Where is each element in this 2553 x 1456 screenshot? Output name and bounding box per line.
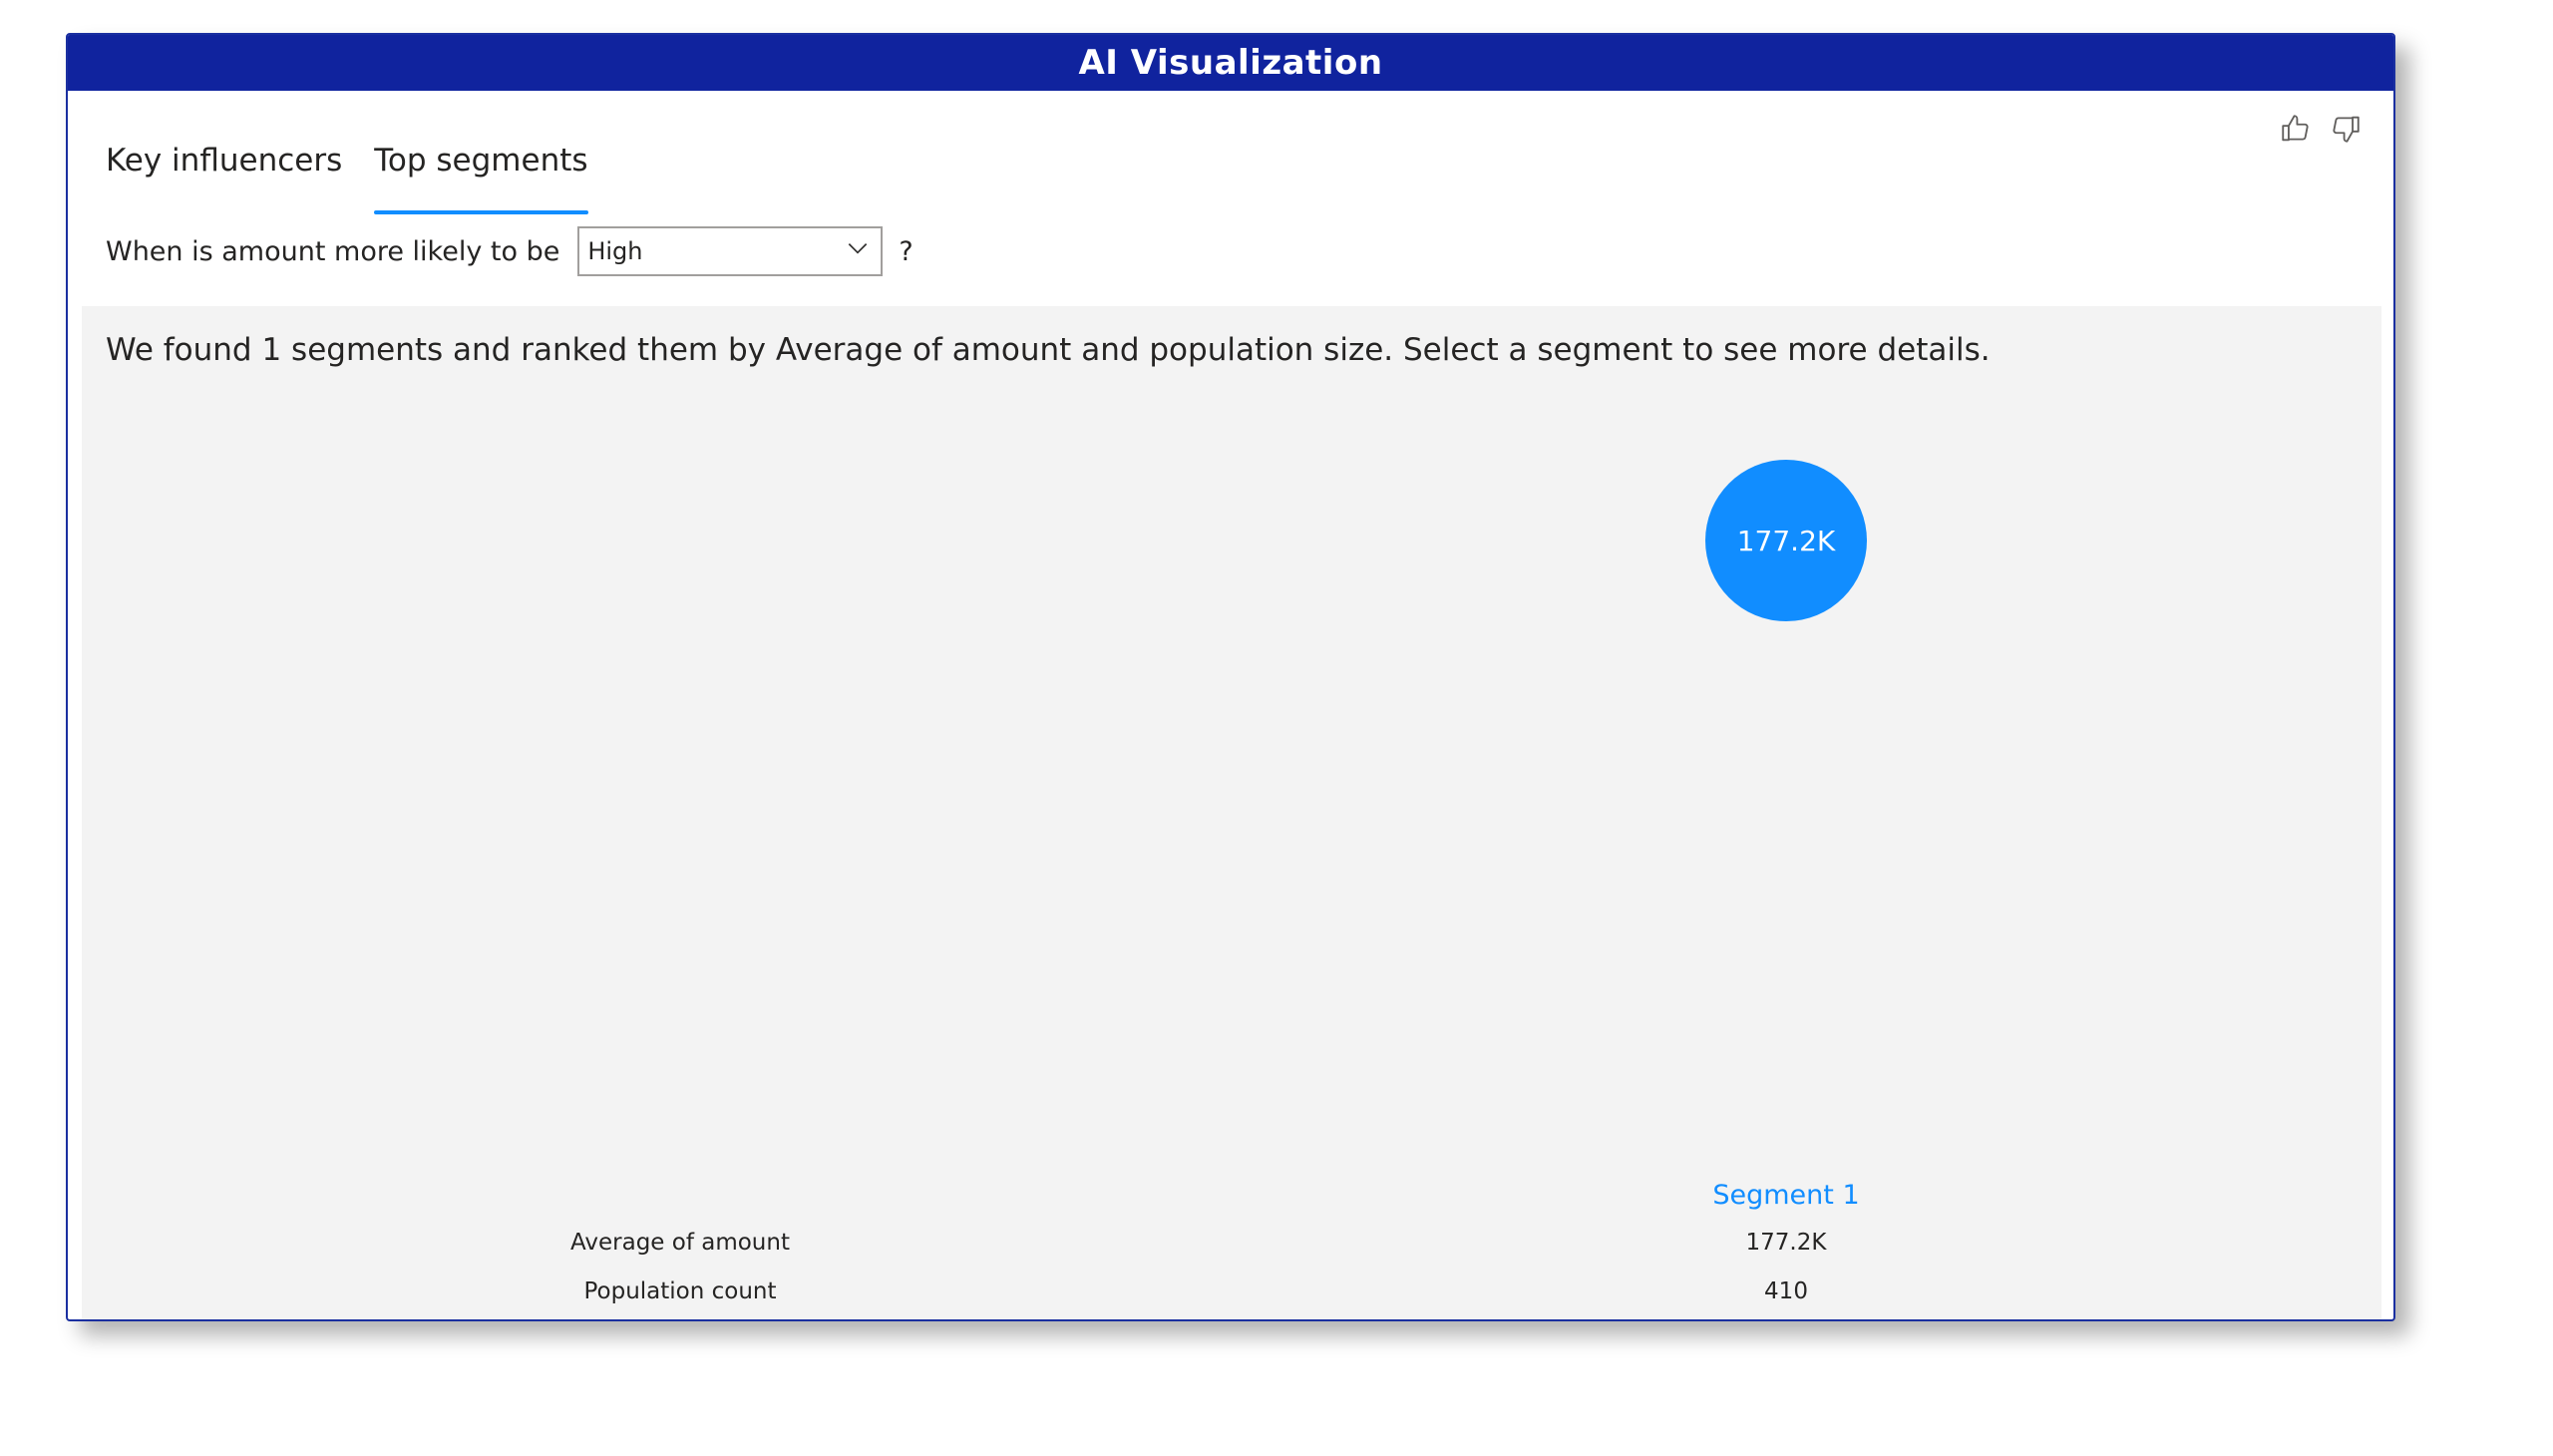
segment-1-average-value: 177.2K (1745, 1230, 1827, 1256)
tab-key-influencers[interactable]: Key influencers (106, 111, 342, 194)
thumbs-down-icon[interactable] (2328, 111, 2364, 147)
segments-summary: We found 1 segments and ranked them by A… (106, 332, 1991, 368)
question-prefix: When is amount more likely to be (106, 235, 560, 267)
segments-panel: We found 1 segments and ranked them by A… (82, 306, 2381, 1319)
segment-1-header[interactable]: Segment 1 (1666, 1180, 1906, 1211)
ai-visualization-window: AI Visualization Key influencers Top seg… (66, 33, 2395, 1321)
target-value-dropdown[interactable]: High (577, 226, 884, 276)
question-row: When is amount more likely to be High ? (106, 224, 913, 278)
feedback-buttons (2278, 111, 2364, 147)
tab-top-segments[interactable]: Top segments (374, 111, 588, 214)
question-mark: ? (899, 235, 913, 267)
window-title: AI Visualization (68, 35, 2393, 91)
average-of-amount-label: Average of amount (570, 1230, 790, 1256)
segment-1-population-value: 410 (1764, 1278, 1808, 1304)
dropdown-selected-value: High (587, 237, 643, 265)
chevron-down-icon (845, 235, 871, 267)
population-count-label: Population count (583, 1278, 777, 1304)
tab-bar: Key influencers Top segments (106, 111, 588, 214)
segment-1-bubble[interactable]: 177.2K (1705, 460, 1867, 621)
thumbs-up-icon[interactable] (2278, 111, 2314, 147)
